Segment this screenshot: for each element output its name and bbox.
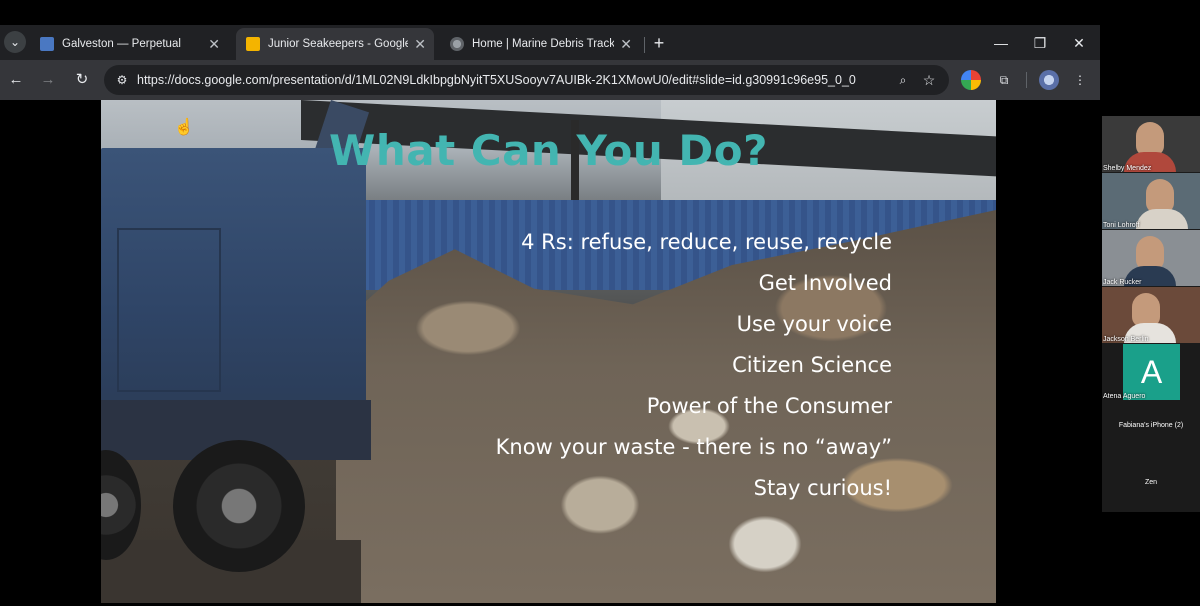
docs-blue-icon xyxy=(40,37,54,51)
tab-title: Galveston — Perpetual xyxy=(62,38,181,50)
participants-panel: Shelby Mendez Toni Lohroff Jack Rucker J… xyxy=(1102,116,1200,512)
participant-name[interactable]: Zen xyxy=(1102,479,1200,486)
truck-body xyxy=(101,148,366,418)
tab-marine-debris-tracker[interactable]: Home | Marine Debris Tracker ✕ xyxy=(440,28,640,60)
globe-icon xyxy=(450,37,464,51)
extensions-puzzle-icon[interactable]: ⧉ xyxy=(994,70,1014,90)
more-menu-icon[interactable]: ⋮ xyxy=(1070,70,1090,90)
slide-title: What Can You Do? xyxy=(329,126,768,175)
participant-name: Shelby Mendez xyxy=(1103,165,1152,172)
tab-junior-seakeepers[interactable]: Junior Seakeepers - Google Slides ✕ xyxy=(236,28,434,60)
participant-tile[interactable]: Toni Lohroff xyxy=(1102,173,1200,229)
close-window-button[interactable]: ✕ xyxy=(1066,28,1092,58)
bullet-item: 4 Rs: refuse, reduce, reuse, recycle xyxy=(521,230,892,254)
avatar: A xyxy=(1123,344,1180,400)
participant-name: Jack Rucker xyxy=(1103,279,1142,286)
zoom-icon[interactable]: ⌕ xyxy=(895,72,911,88)
tab-title: Junior Seakeepers - Google Slides xyxy=(268,38,408,50)
bullet-item: Get Involved xyxy=(758,271,892,295)
tab-title: Home | Marine Debris Tracker xyxy=(472,38,614,50)
bullet-item: Citizen Science xyxy=(732,353,892,377)
bullet-list: 4 Rs: refuse, reduce, reuse, recycle Get… xyxy=(496,227,892,514)
browser-window: ⌄ Galveston — Perpetual ✕ Junior Seakeep… xyxy=(0,25,1100,100)
participant-tile[interactable]: Jack Rucker xyxy=(1102,230,1200,286)
participant-tile[interactable]: A Atena Aguero xyxy=(1102,344,1200,400)
presentation-slide: What Can You Do? 4 Rs: refuse, reduce, r… xyxy=(101,100,996,603)
truck-wheel xyxy=(173,440,305,572)
bullet-item: Stay curious! xyxy=(753,476,892,500)
participant-tile[interactable]: Shelby Mendez xyxy=(1102,116,1200,172)
address-bar[interactable]: ⚙ https://docs.google.com/presentation/d… xyxy=(104,65,949,95)
close-icon[interactable]: ✕ xyxy=(208,28,220,60)
bullet-item: Know your waste - there is no “away” xyxy=(495,435,892,459)
close-icon[interactable]: ✕ xyxy=(414,28,426,60)
new-tab-button[interactable]: + xyxy=(650,28,668,58)
bookmark-star-icon[interactable]: ☆ xyxy=(921,71,937,89)
tab-galveston[interactable]: Galveston — Perpetual ✕ xyxy=(30,28,228,60)
participant-name[interactable]: Fabiana's iPhone (2) xyxy=(1102,422,1200,429)
address-toolbar: ← → ↻ ⚙ https://docs.google.com/presenta… xyxy=(0,60,1100,100)
tab-strip: ⌄ Galveston — Perpetual ✕ Junior Seakeep… xyxy=(0,25,1100,60)
slides-icon xyxy=(246,37,260,51)
restore-button[interactable]: ❐ xyxy=(1027,28,1053,58)
tab-search-button[interactable]: ⌄ xyxy=(4,31,26,53)
participant-name: Jackson Berlin xyxy=(1103,336,1149,343)
truck-panel xyxy=(117,228,221,392)
participant-tile[interactable]: Jackson Berlin xyxy=(1102,287,1200,343)
participant-video xyxy=(1132,293,1160,327)
chrome-extension-icon[interactable] xyxy=(961,70,981,90)
back-arrow-icon[interactable]: ← xyxy=(4,68,28,92)
url-text[interactable]: https://docs.google.com/presentation/d/1… xyxy=(137,65,856,95)
profile-avatar[interactable] xyxy=(1039,70,1059,90)
forward-arrow-icon[interactable]: → xyxy=(36,68,60,92)
participant-video xyxy=(1136,209,1188,229)
minimize-button[interactable]: — xyxy=(988,28,1014,58)
hand-cursor-icon: ☝ xyxy=(174,119,194,136)
bullet-item: Use your voice xyxy=(736,312,892,336)
site-info-icon[interactable]: ⚙ xyxy=(114,72,130,88)
participant-video xyxy=(1146,179,1174,213)
close-icon[interactable]: ✕ xyxy=(620,28,632,60)
tab-divider xyxy=(644,37,645,53)
participant-name: Toni Lohroff xyxy=(1103,222,1140,229)
participant-video xyxy=(1136,122,1164,156)
reload-icon[interactable]: ↻ xyxy=(70,68,94,92)
bullet-item: Power of the Consumer xyxy=(646,394,892,418)
participant-name: Atena Aguero xyxy=(1103,393,1146,400)
participant-video xyxy=(1136,236,1164,270)
toolbar-divider xyxy=(1026,72,1027,88)
